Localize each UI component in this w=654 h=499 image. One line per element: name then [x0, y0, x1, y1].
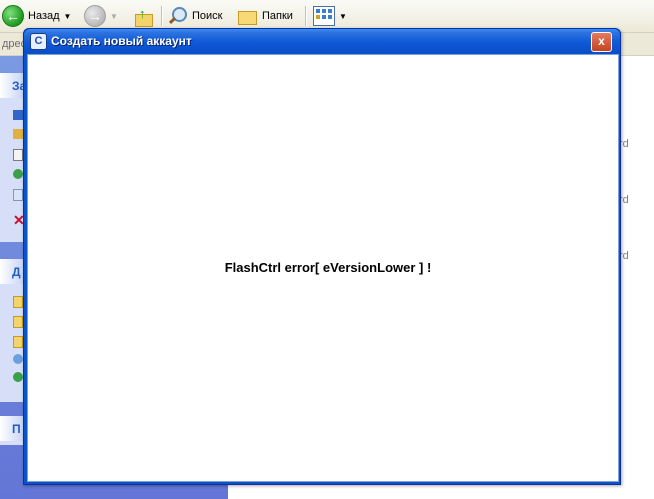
forward-button[interactable]: → ▼: [84, 4, 118, 28]
folder-icon-3[interactable]: [13, 336, 23, 348]
close-button[interactable]: x: [591, 32, 612, 52]
forward-arrow-icon: →: [84, 5, 106, 27]
task-panel-1: ✕: [0, 98, 25, 242]
task-panel-2-title: Д: [12, 265, 21, 279]
computer-icon[interactable]: [13, 354, 23, 364]
back-button[interactable]: ← Назад ▼: [2, 4, 71, 28]
dialog-content: FlashCtrl error[ eVersionLower ] !: [27, 54, 619, 482]
views-dropdown-icon[interactable]: ▼: [339, 12, 347, 21]
task-icon-5[interactable]: [13, 189, 23, 201]
back-dropdown-icon[interactable]: ▼: [64, 12, 72, 21]
app-icon: C: [30, 33, 47, 50]
delete-icon[interactable]: ✕: [13, 213, 25, 227]
folders-button[interactable]: Папки: [236, 4, 293, 28]
dialog-titlebar[interactable]: C Создать новый аккаунт x: [24, 29, 620, 53]
search-label: Поиск: [192, 10, 223, 22]
folders-icon: [236, 6, 258, 26]
back-arrow-icon: ←: [2, 5, 24, 27]
dialog-title: Создать новый аккаунт: [51, 34, 192, 48]
back-label: Назад: [28, 10, 60, 22]
forward-dropdown-icon[interactable]: ▼: [110, 12, 118, 21]
up-folder-button[interactable]: ↑: [133, 4, 153, 28]
folder-icon-1[interactable]: [13, 296, 23, 308]
search-icon: [168, 6, 188, 26]
views-icon: [313, 6, 335, 26]
toolbar-separator-2: [305, 6, 307, 26]
network-icon[interactable]: [13, 372, 23, 382]
up-folder-icon: ↑: [133, 6, 153, 27]
task-icon-2[interactable]: [13, 129, 23, 139]
task-panel-3-title: П: [12, 422, 21, 436]
task-panel-3: [0, 441, 24, 445]
task-panel-3-header[interactable]: П: [0, 416, 24, 441]
toolbar-separator: [161, 6, 163, 26]
task-icon-3[interactable]: [13, 149, 23, 161]
task-icon-4[interactable]: [13, 169, 23, 179]
task-icon-1[interactable]: [13, 110, 23, 120]
task-panel-2: [0, 284, 24, 402]
search-button[interactable]: Поиск: [168, 4, 222, 28]
task-panel-2-header[interactable]: Д: [0, 259, 24, 284]
task-panel-1-header[interactable]: За: [0, 73, 26, 98]
create-account-dialog: C Создать новый аккаунт x FlashCtrl erro…: [23, 28, 621, 485]
folder-icon-2[interactable]: [13, 316, 23, 328]
views-button[interactable]: ▼: [313, 4, 347, 28]
flash-error-message: FlashCtrl error[ eVersionLower ] !: [224, 260, 432, 275]
folders-label: Папки: [262, 10, 293, 22]
